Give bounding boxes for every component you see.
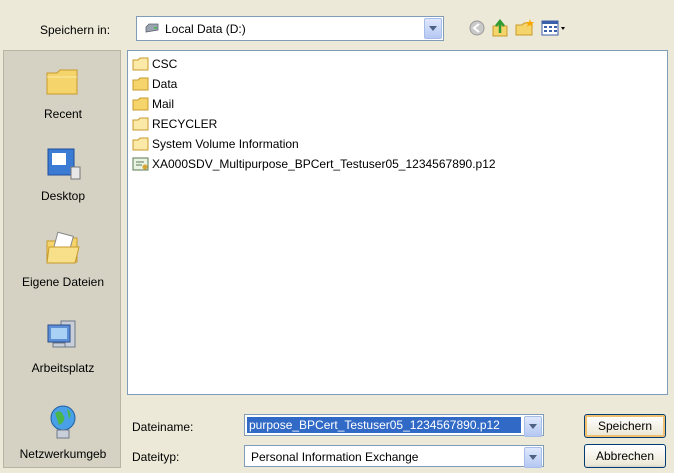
places-bar: Recent Desktop Eigene Dateien Arbeitspla… — [3, 50, 121, 468]
filename-field[interactable]: purpose_BPCert_Testuser05_1234567890.p12 — [244, 414, 544, 437]
list-item[interactable]: CSC — [132, 56, 177, 74]
list-item[interactable]: System Volume Information — [132, 136, 299, 154]
folder-icon — [132, 77, 149, 91]
filetype-value: Personal Information Exchange — [251, 450, 419, 464]
computer-icon — [47, 320, 76, 348]
certificate-file-icon — [132, 157, 149, 171]
list-item[interactable]: XA000SDV_Multipurpose_BPCert_Testuser05_… — [132, 156, 496, 174]
look-in-dropdown[interactable]: Local Data (D:) — [136, 16, 444, 41]
place-desktop[interactable]: Desktop — [4, 143, 122, 203]
network-icon — [50, 405, 76, 439]
look-in-label: Speichern in: — [40, 23, 111, 37]
place-recent[interactable]: Recent — [4, 61, 122, 121]
folder-icon — [132, 137, 149, 151]
list-item[interactable]: RECYCLER — [132, 116, 217, 134]
place-my-computer[interactable]: Arbeitsplatz — [4, 315, 122, 375]
list-item-label: System Volume Information — [152, 136, 299, 151]
filename-value: purpose_BPCert_Testuser05_1234567890.p12 — [247, 417, 521, 433]
folder-icon — [132, 117, 149, 131]
list-item-label: CSC — [152, 56, 178, 71]
view-menu-icon[interactable] — [540, 18, 568, 38]
filetype-dropdown[interactable]: Personal Information Exchange — [244, 445, 544, 468]
chevron-down-icon[interactable] — [424, 18, 442, 39]
new-folder-icon[interactable] — [514, 18, 536, 38]
list-item[interactable]: Data — [132, 76, 177, 94]
list-item-label: RECYCLER — [152, 116, 218, 131]
recent-folder-icon — [46, 69, 78, 95]
list-item-label: Data — [152, 76, 178, 91]
list-item-label: Mail — [152, 96, 175, 111]
place-network[interactable]: Netzwerkumgeb — [4, 401, 122, 461]
filetype-label: Dateityp: — [132, 450, 180, 464]
place-label: Arbeitsplatz — [31, 361, 95, 375]
place-label: Desktop — [40, 189, 86, 203]
desktop-icon — [47, 148, 81, 180]
save-button[interactable]: Speichern — [584, 414, 666, 438]
chevron-down-icon[interactable] — [524, 447, 542, 468]
filename-label: Dateiname: — [132, 420, 194, 434]
place-label: Recent — [43, 107, 83, 121]
up-folder-icon[interactable] — [490, 18, 512, 38]
documents-folder-icon — [46, 231, 80, 264]
folder-icon — [132, 57, 149, 71]
drive-icon — [145, 23, 159, 33]
back-icon[interactable] — [466, 18, 488, 38]
place-label: Eigene Dateien — [21, 275, 105, 289]
list-item-label: XA000SDV_Multipurpose_BPCert_Testuser05_… — [152, 156, 496, 171]
folder-icon — [132, 97, 149, 111]
list-item[interactable]: Mail — [132, 96, 174, 114]
look-in-value: Local Data (D:) — [165, 22, 246, 36]
file-list[interactable]: CSC Data Mail RECYCLER System Volume Inf… — [127, 50, 668, 395]
cancel-button[interactable]: Abbrechen — [584, 444, 666, 468]
place-label: Netzwerkumgeb — [19, 447, 107, 461]
place-my-documents[interactable]: Eigene Dateien — [4, 229, 122, 289]
chevron-down-icon[interactable] — [524, 416, 542, 437]
